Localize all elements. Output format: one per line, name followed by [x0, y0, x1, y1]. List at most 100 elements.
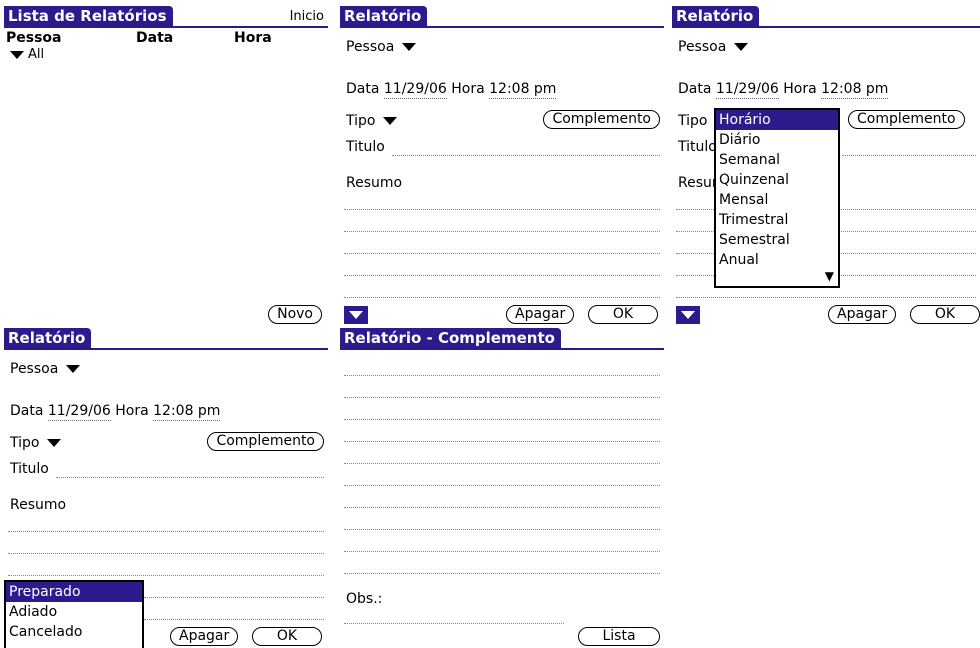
- status-option-preparado[interactable]: Preparado: [6, 582, 142, 602]
- complemento-line[interactable]: [344, 507, 660, 508]
- resumo-line[interactable]: [676, 297, 976, 298]
- report-list-screen: Lista de Relatórios Inicio Pessoa Data H…: [4, 6, 328, 326]
- time-field[interactable]: 12:08 pm: [821, 80, 889, 99]
- ok-button[interactable]: OK: [252, 627, 322, 646]
- dropdown-arrow-icon: [734, 43, 749, 51]
- pessoa-label: Pessoa: [678, 39, 727, 55]
- tipo-dropdown[interactable]: Tipo: [10, 434, 62, 452]
- dropdown-arrow-icon: [383, 117, 398, 125]
- screen-title: Relatório: [340, 6, 428, 26]
- screen-title: Relatório: [4, 328, 92, 348]
- resumo-line[interactable]: [344, 253, 660, 254]
- complemento-button[interactable]: Complemento: [207, 432, 324, 451]
- column-header-data[interactable]: Data: [136, 30, 173, 46]
- tipo-option-semestral[interactable]: Semestral: [716, 230, 838, 250]
- titulo-field[interactable]: [842, 155, 976, 156]
- status-popup-list[interactable]: Preparado Adiado Cancelado: [4, 580, 144, 648]
- datetime-row: Data 11/29/06 Hora 12:08 pm: [346, 80, 557, 99]
- resumo-line[interactable]: [8, 531, 324, 532]
- title-rule: [4, 26, 328, 28]
- title-rule: [340, 26, 664, 28]
- scroll-down-icon[interactable]: ▼: [825, 269, 834, 283]
- column-header-pessoa[interactable]: Pessoa: [6, 30, 62, 46]
- complemento-line[interactable]: [344, 397, 660, 398]
- menu-icon[interactable]: [344, 306, 368, 324]
- apagar-button[interactable]: Apagar: [828, 305, 897, 324]
- resumo-line[interactable]: [344, 297, 660, 298]
- complemento-button[interactable]: Complemento: [543, 110, 660, 129]
- titulo-label: Titulo: [10, 461, 49, 477]
- ok-button[interactable]: OK: [910, 305, 980, 324]
- tipo-label: Tipo: [346, 113, 376, 129]
- apagar-button[interactable]: Apagar: [170, 627, 239, 646]
- date-field[interactable]: 11/29/06: [715, 80, 779, 99]
- dropdown-arrow-icon: [402, 43, 417, 51]
- title-bar: Relatório: [672, 6, 980, 28]
- obs-field[interactable]: [344, 623, 564, 624]
- tipo-option-trimestral[interactable]: Trimestral: [716, 210, 838, 230]
- complemento-button[interactable]: Complemento: [848, 110, 965, 129]
- complemento-line[interactable]: [344, 485, 660, 486]
- tipo-option-quinzenal[interactable]: Quinzenal: [716, 170, 838, 190]
- titulo-field[interactable]: [392, 155, 660, 156]
- resumo-line[interactable]: [344, 231, 660, 232]
- column-header-hora[interactable]: Hora: [234, 30, 272, 46]
- resumo-label: Resumo: [346, 175, 403, 191]
- complemento-line[interactable]: [344, 375, 660, 376]
- date-field[interactable]: 11/29/06: [383, 80, 447, 99]
- status-option-adiado[interactable]: Adiado: [6, 602, 142, 622]
- datetime-row: Data 11/29/06 Hora 12:08 pm: [678, 80, 889, 99]
- filter-value: All: [28, 47, 45, 62]
- tipo-popup-list[interactable]: Horário Diário Semanal Quinzenal Mensal …: [714, 108, 840, 288]
- report-form-tipo-screen: Relatório Pessoa Data 11/29/06 Hora 12:0…: [672, 6, 980, 326]
- pessoa-dropdown[interactable]: Pessoa: [678, 38, 749, 56]
- menu-icon[interactable]: [676, 306, 700, 324]
- hora-label: Hora: [783, 81, 817, 97]
- complemento-line[interactable]: [344, 573, 660, 574]
- datetime-row: Data 11/29/06 Hora 12:08 pm: [10, 402, 221, 421]
- lista-button[interactable]: Lista: [578, 627, 660, 646]
- pessoa-label: Pessoa: [10, 361, 59, 377]
- complemento-line[interactable]: [344, 419, 660, 420]
- dropdown-arrow-icon: [66, 365, 81, 373]
- pessoa-dropdown[interactable]: Pessoa: [346, 38, 417, 56]
- tipo-option-mensal[interactable]: Mensal: [716, 190, 838, 210]
- pessoa-dropdown[interactable]: Pessoa: [10, 360, 81, 378]
- resumo-line[interactable]: [344, 275, 660, 276]
- inicio-link[interactable]: Inicio: [290, 9, 324, 24]
- complemento-line[interactable]: [344, 529, 660, 530]
- report-form-screen: Relatório Pessoa Data 11/29/06 Hora 12:0…: [340, 6, 664, 326]
- new-button[interactable]: Novo: [268, 305, 322, 324]
- title-rule: [4, 348, 328, 350]
- time-field[interactable]: 12:08 pm: [153, 402, 221, 421]
- tipo-option-horario[interactable]: Horário: [716, 110, 838, 130]
- titulo-field[interactable]: [56, 477, 324, 478]
- title-bar: Relatório: [340, 6, 664, 28]
- tipo-option-anual[interactable]: Anual: [716, 250, 838, 270]
- ok-button[interactable]: OK: [588, 305, 658, 324]
- dropdown-arrow-icon: [10, 50, 24, 59]
- resumo-line[interactable]: [344, 209, 660, 210]
- title-bar: Relatório - Complemento: [340, 328, 664, 350]
- screen-title: Lista de Relatórios: [4, 6, 173, 26]
- complemento-line[interactable]: [344, 551, 660, 552]
- resumo-line[interactable]: [144, 619, 324, 620]
- tipo-option-semanal[interactable]: Semanal: [716, 150, 838, 170]
- tipo-dropdown[interactable]: Tipo: [346, 112, 398, 130]
- time-field[interactable]: 12:08 pm: [489, 80, 557, 99]
- complemento-line[interactable]: [344, 463, 660, 464]
- resumo-line[interactable]: [8, 553, 324, 554]
- tipo-label: Tipo: [10, 435, 40, 451]
- resumo-line[interactable]: [144, 597, 324, 598]
- date-field[interactable]: 11/29/06: [47, 402, 111, 421]
- filter-dropdown[interactable]: All: [10, 46, 44, 64]
- report-complemento-screen: Relatório - Complemento Obs.: Lista: [340, 328, 664, 648]
- pessoa-label: Pessoa: [346, 39, 395, 55]
- status-option-cancelado[interactable]: Cancelado: [6, 622, 142, 642]
- resumo-label: Resumo: [10, 497, 67, 513]
- resumo-line[interactable]: [8, 575, 324, 576]
- tipo-option-diario[interactable]: Diário: [716, 130, 838, 150]
- apagar-button[interactable]: Apagar: [506, 305, 575, 324]
- complemento-line[interactable]: [344, 441, 660, 442]
- titulo-label: Titulo: [678, 139, 717, 155]
